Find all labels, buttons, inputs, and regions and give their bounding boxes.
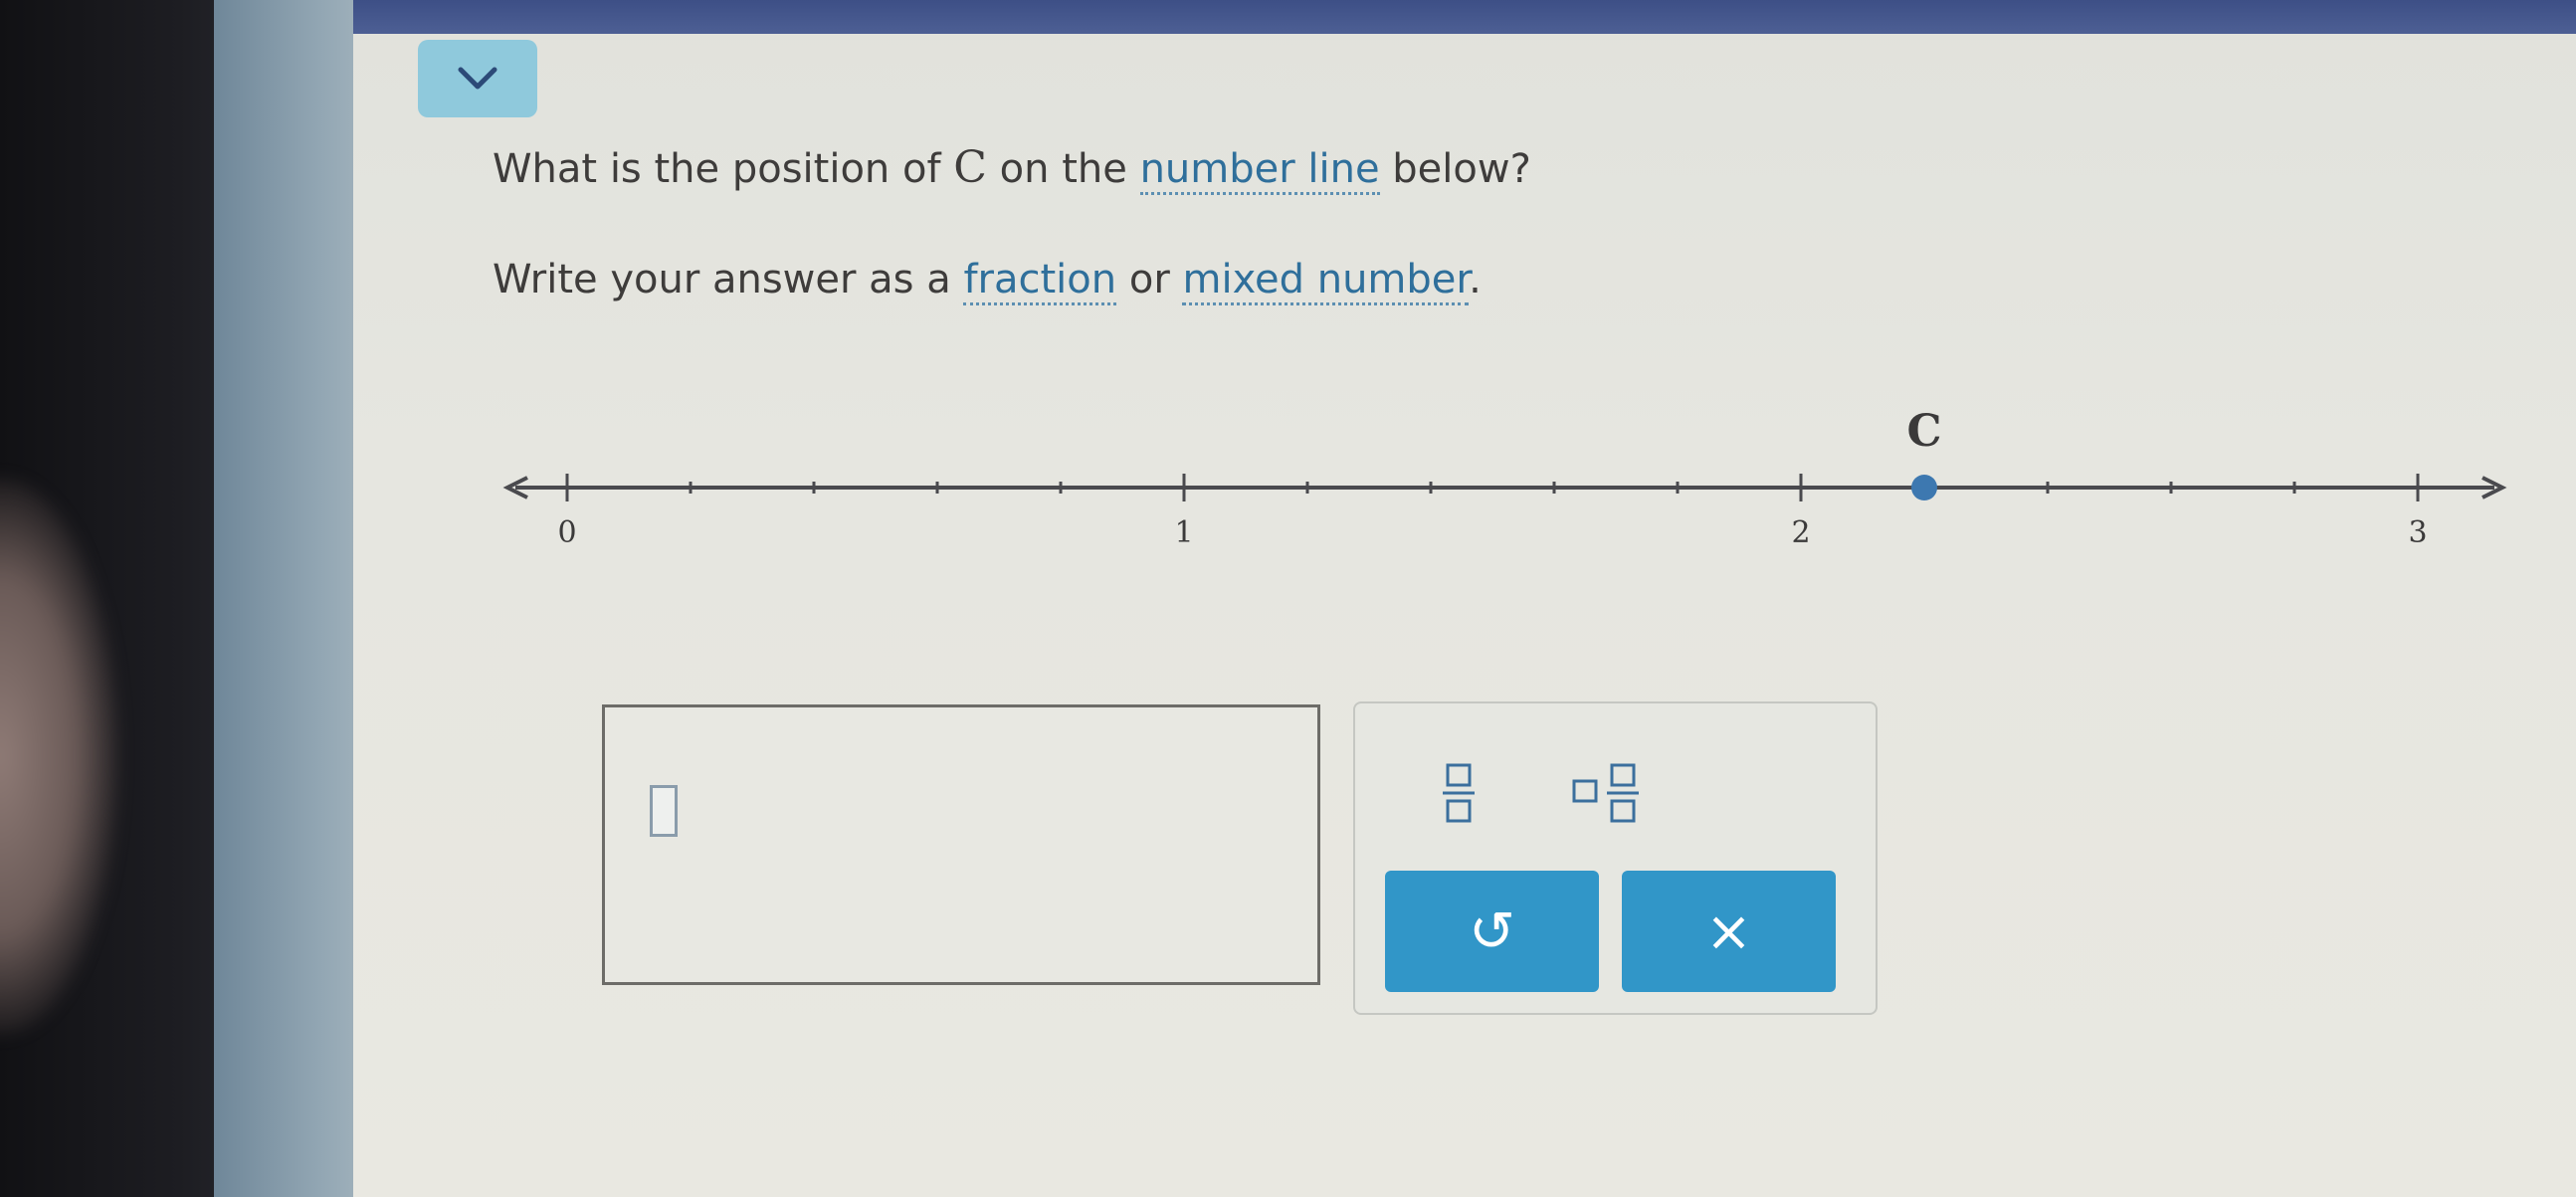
point-c-marker: [1911, 475, 1937, 500]
instruction-text: Write your answer as a: [493, 257, 964, 302]
mixed-number-link[interactable]: mixed number: [1182, 257, 1470, 305]
question-line-1: What is the position of C on the number …: [493, 142, 1531, 195]
instruction-text: or: [1116, 257, 1183, 302]
question-text: below?: [1379, 146, 1531, 192]
math-keypad: ↺ ×: [1353, 701, 1878, 1015]
number-line-link[interactable]: number line: [1139, 146, 1380, 195]
tick-label: 3: [2408, 515, 2427, 550]
answer-slot[interactable]: [650, 785, 678, 837]
tick-label: 0: [557, 515, 576, 550]
fraction-template-icon: [1443, 763, 1475, 823]
number-line: 0 1 2 3 C: [502, 406, 2507, 550]
mixed-number-button[interactable]: [1554, 743, 1674, 833]
header-bar: [353, 0, 2576, 34]
fraction-link[interactable]: fraction: [963, 257, 1117, 305]
question-line-2: Write your answer as a fraction or mixed…: [493, 257, 1482, 305]
answer-input[interactable]: [602, 704, 1320, 985]
undo-button[interactable]: ↺: [1385, 871, 1599, 992]
clear-button[interactable]: ×: [1622, 871, 1836, 992]
mixed-number-template-icon: [1572, 763, 1639, 823]
point-c-label: C: [1906, 406, 1941, 457]
instruction-text: .: [1469, 257, 1482, 302]
chevron-down-icon: [458, 67, 497, 90]
collapse-tab[interactable]: [418, 40, 537, 117]
question-text: What is the position of: [493, 146, 954, 192]
tick-label: 1: [1174, 515, 1193, 550]
fraction-button[interactable]: [1415, 743, 1504, 833]
tick-label: 2: [1791, 515, 1810, 550]
variable-c: C: [953, 142, 987, 193]
undo-icon: ↺: [1469, 898, 1515, 964]
question-text: on the: [986, 146, 1140, 192]
close-icon: ×: [1705, 898, 1752, 964]
